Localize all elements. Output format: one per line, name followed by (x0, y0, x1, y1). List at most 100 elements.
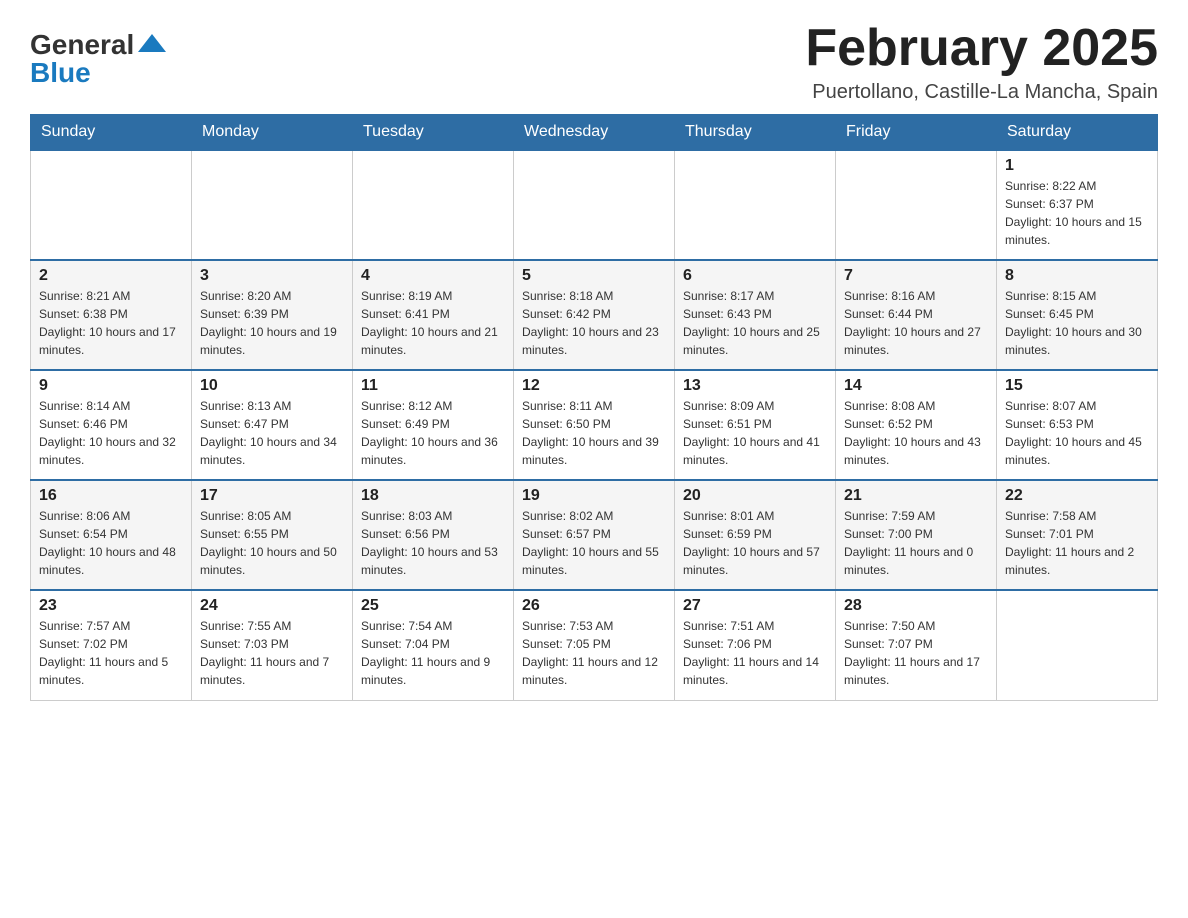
day-info: Sunrise: 8:21 AMSunset: 6:38 PMDaylight:… (39, 287, 183, 359)
day-cell (997, 590, 1158, 700)
day-cell: 7 Sunrise: 8:16 AMSunset: 6:44 PMDayligh… (836, 260, 997, 370)
day-info: Sunrise: 8:16 AMSunset: 6:44 PMDaylight:… (844, 287, 988, 359)
day-cell: 16 Sunrise: 8:06 AMSunset: 6:54 PMDaylig… (31, 480, 192, 590)
day-info: Sunrise: 8:19 AMSunset: 6:41 PMDaylight:… (361, 287, 505, 359)
day-cell: 25 Sunrise: 7:54 AMSunset: 7:04 PMDaylig… (353, 590, 514, 700)
weekday-header-row: Sunday Monday Tuesday Wednesday Thursday… (31, 115, 1158, 151)
day-info: Sunrise: 7:54 AMSunset: 7:04 PMDaylight:… (361, 617, 505, 689)
day-info: Sunrise: 8:03 AMSunset: 6:56 PMDaylight:… (361, 507, 505, 579)
day-cell: 2 Sunrise: 8:21 AMSunset: 6:38 PMDayligh… (31, 260, 192, 370)
day-cell: 11 Sunrise: 8:12 AMSunset: 6:49 PMDaylig… (353, 370, 514, 480)
day-info: Sunrise: 8:09 AMSunset: 6:51 PMDaylight:… (683, 397, 827, 469)
day-cell: 10 Sunrise: 8:13 AMSunset: 6:47 PMDaylig… (192, 370, 353, 480)
day-info: Sunrise: 7:50 AMSunset: 7:07 PMDaylight:… (844, 617, 988, 689)
day-cell: 14 Sunrise: 8:08 AMSunset: 6:52 PMDaylig… (836, 370, 997, 480)
day-info: Sunrise: 7:53 AMSunset: 7:05 PMDaylight:… (522, 617, 666, 689)
day-info: Sunrise: 7:59 AMSunset: 7:00 PMDaylight:… (844, 507, 988, 579)
day-info: Sunrise: 8:08 AMSunset: 6:52 PMDaylight:… (844, 397, 988, 469)
day-info: Sunrise: 7:57 AMSunset: 7:02 PMDaylight:… (39, 617, 183, 689)
day-cell: 19 Sunrise: 8:02 AMSunset: 6:57 PMDaylig… (514, 480, 675, 590)
day-cell (192, 150, 353, 260)
day-info: Sunrise: 8:12 AMSunset: 6:49 PMDaylight:… (361, 397, 505, 469)
day-number: 15 (1005, 377, 1149, 395)
day-info: Sunrise: 8:15 AMSunset: 6:45 PMDaylight:… (1005, 287, 1149, 359)
day-number: 4 (361, 267, 505, 285)
day-number: 12 (522, 377, 666, 395)
day-info: Sunrise: 8:05 AMSunset: 6:55 PMDaylight:… (200, 507, 344, 579)
day-number: 23 (39, 597, 183, 615)
day-cell: 20 Sunrise: 8:01 AMSunset: 6:59 PMDaylig… (675, 480, 836, 590)
day-number: 26 (522, 597, 666, 615)
day-cell: 8 Sunrise: 8:15 AMSunset: 6:45 PMDayligh… (997, 260, 1158, 370)
day-cell: 15 Sunrise: 8:07 AMSunset: 6:53 PMDaylig… (997, 370, 1158, 480)
logo-triangle-icon (138, 32, 166, 54)
day-number: 24 (200, 597, 344, 615)
day-info: Sunrise: 8:14 AMSunset: 6:46 PMDaylight:… (39, 397, 183, 469)
day-info: Sunrise: 8:11 AMSunset: 6:50 PMDaylight:… (522, 397, 666, 469)
calendar-subtitle: Puertollano, Castille-La Mancha, Spain (805, 81, 1158, 104)
day-cell: 5 Sunrise: 8:18 AMSunset: 6:42 PMDayligh… (514, 260, 675, 370)
day-cell: 18 Sunrise: 8:03 AMSunset: 6:56 PMDaylig… (353, 480, 514, 590)
day-info: Sunrise: 7:55 AMSunset: 7:03 PMDaylight:… (200, 617, 344, 689)
logo-text-general: General (30, 31, 134, 59)
day-info: Sunrise: 8:02 AMSunset: 6:57 PMDaylight:… (522, 507, 666, 579)
day-cell: 4 Sunrise: 8:19 AMSunset: 6:41 PMDayligh… (353, 260, 514, 370)
day-info: Sunrise: 8:07 AMSunset: 6:53 PMDaylight:… (1005, 397, 1149, 469)
day-cell: 28 Sunrise: 7:50 AMSunset: 7:07 PMDaylig… (836, 590, 997, 700)
day-info: Sunrise: 8:18 AMSunset: 6:42 PMDaylight:… (522, 287, 666, 359)
week-row-2: 2 Sunrise: 8:21 AMSunset: 6:38 PMDayligh… (31, 260, 1158, 370)
header-tuesday: Tuesday (353, 115, 514, 151)
day-number: 27 (683, 597, 827, 615)
week-row-1: 1 Sunrise: 8:22 AMSunset: 6:37 PMDayligh… (31, 150, 1158, 260)
day-number: 2 (39, 267, 183, 285)
day-number: 19 (522, 487, 666, 505)
day-cell (514, 150, 675, 260)
day-cell: 27 Sunrise: 7:51 AMSunset: 7:06 PMDaylig… (675, 590, 836, 700)
calendar-title: February 2025 (805, 20, 1158, 77)
day-info: Sunrise: 8:01 AMSunset: 6:59 PMDaylight:… (683, 507, 827, 579)
header-sunday: Sunday (31, 115, 192, 151)
day-cell: 6 Sunrise: 8:17 AMSunset: 6:43 PMDayligh… (675, 260, 836, 370)
header-wednesday: Wednesday (514, 115, 675, 151)
day-number: 1 (1005, 157, 1149, 175)
day-number: 10 (200, 377, 344, 395)
day-cell: 1 Sunrise: 8:22 AMSunset: 6:37 PMDayligh… (997, 150, 1158, 260)
header-monday: Monday (192, 115, 353, 151)
logo-text-blue: Blue (30, 59, 91, 87)
day-cell: 12 Sunrise: 8:11 AMSunset: 6:50 PMDaylig… (514, 370, 675, 480)
day-info: Sunrise: 8:13 AMSunset: 6:47 PMDaylight:… (200, 397, 344, 469)
day-info: Sunrise: 7:58 AMSunset: 7:01 PMDaylight:… (1005, 507, 1149, 579)
day-cell: 22 Sunrise: 7:58 AMSunset: 7:01 PMDaylig… (997, 480, 1158, 590)
day-number: 6 (683, 267, 827, 285)
day-number: 18 (361, 487, 505, 505)
day-number: 9 (39, 377, 183, 395)
header-thursday: Thursday (675, 115, 836, 151)
day-info: Sunrise: 8:20 AMSunset: 6:39 PMDaylight:… (200, 287, 344, 359)
day-cell: 17 Sunrise: 8:05 AMSunset: 6:55 PMDaylig… (192, 480, 353, 590)
title-block: February 2025 Puertollano, Castille-La M… (805, 20, 1158, 104)
day-cell: 13 Sunrise: 8:09 AMSunset: 6:51 PMDaylig… (675, 370, 836, 480)
day-cell: 24 Sunrise: 7:55 AMSunset: 7:03 PMDaylig… (192, 590, 353, 700)
day-number: 3 (200, 267, 344, 285)
day-number: 13 (683, 377, 827, 395)
day-info: Sunrise: 8:06 AMSunset: 6:54 PMDaylight:… (39, 507, 183, 579)
week-row-3: 9 Sunrise: 8:14 AMSunset: 6:46 PMDayligh… (31, 370, 1158, 480)
day-cell: 21 Sunrise: 7:59 AMSunset: 7:00 PMDaylig… (836, 480, 997, 590)
day-cell: 23 Sunrise: 7:57 AMSunset: 7:02 PMDaylig… (31, 590, 192, 700)
day-number: 8 (1005, 267, 1149, 285)
logo: General Blue (30, 30, 166, 87)
day-number: 25 (361, 597, 505, 615)
day-cell: 26 Sunrise: 7:53 AMSunset: 7:05 PMDaylig… (514, 590, 675, 700)
header-friday: Friday (836, 115, 997, 151)
day-number: 11 (361, 377, 505, 395)
day-cell (353, 150, 514, 260)
day-number: 17 (200, 487, 344, 505)
day-number: 21 (844, 487, 988, 505)
day-number: 16 (39, 487, 183, 505)
day-number: 22 (1005, 487, 1149, 505)
day-cell (31, 150, 192, 260)
day-cell (675, 150, 836, 260)
day-info: Sunrise: 7:51 AMSunset: 7:06 PMDaylight:… (683, 617, 827, 689)
day-number: 28 (844, 597, 988, 615)
day-cell: 3 Sunrise: 8:20 AMSunset: 6:39 PMDayligh… (192, 260, 353, 370)
